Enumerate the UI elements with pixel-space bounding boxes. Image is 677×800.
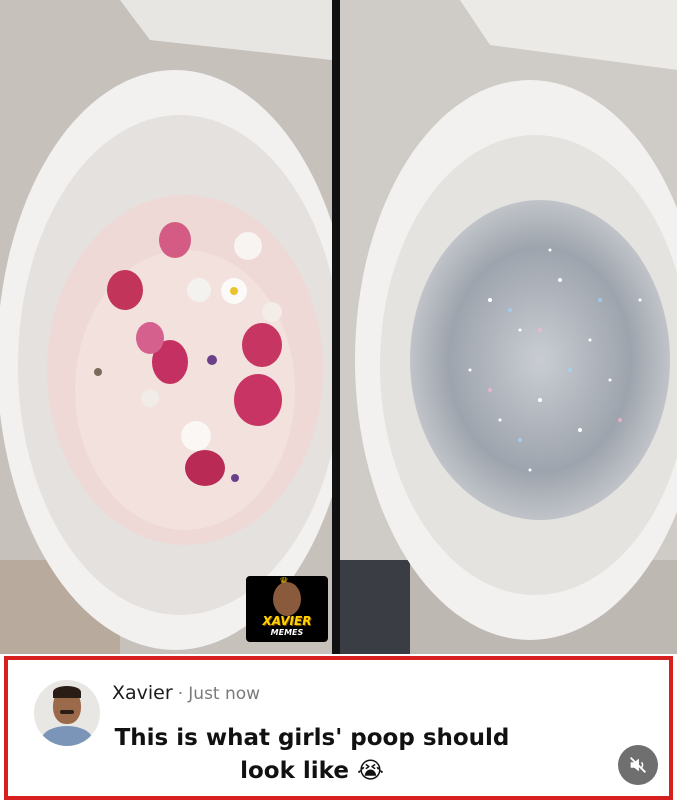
avatar[interactable] — [34, 680, 100, 746]
comment-time: Just now — [188, 684, 261, 704]
comment-text-line2: look like — [240, 758, 349, 784]
left-photo-toilet-flowers — [0, 0, 332, 654]
meme-image: ♛ XAVIER MEMES — [0, 0, 677, 654]
comment-author[interactable]: Xavier — [112, 682, 173, 704]
toilet-flowers-illustration — [0, 0, 332, 654]
comment-text-line1: This is what girls' poop should — [114, 725, 510, 751]
badge-face-image — [273, 582, 301, 616]
comment-text: This is what girls' poop should look lik… — [112, 722, 512, 788]
toilet-glitter-illustration — [340, 0, 677, 654]
comment-separator: · — [177, 684, 184, 704]
comment-header: Xavier · Just now — [112, 682, 260, 704]
panel-divider — [332, 0, 340, 654]
crying-emoji-icon: 😭 — [356, 758, 384, 784]
comment-card: Xavier · Just now This is what girls' po… — [4, 656, 673, 800]
speaker-muted-icon — [630, 757, 646, 773]
xavier-memes-watermark: ♛ XAVIER MEMES — [246, 576, 328, 642]
right-photo-toilet-glitter — [340, 0, 677, 654]
mute-button[interactable] — [618, 745, 658, 785]
watermark-sub: MEMES — [270, 628, 304, 637]
watermark-label: XAVIER — [262, 614, 312, 628]
